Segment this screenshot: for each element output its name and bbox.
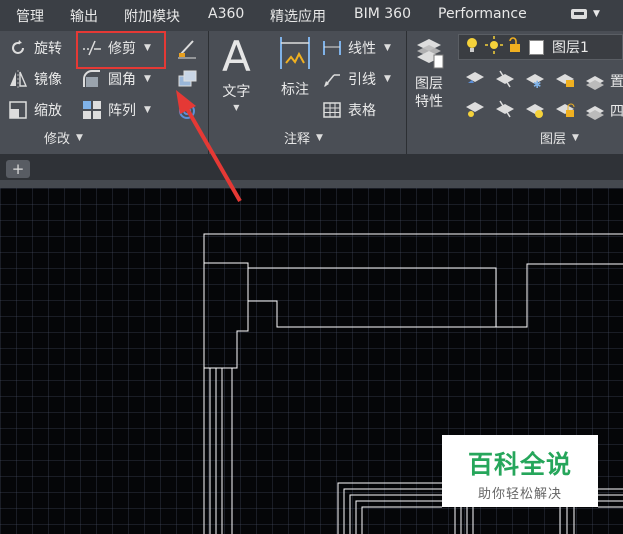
chevron-down-icon[interactable]: ▼ bbox=[384, 74, 391, 84]
layer-isolate-icon[interactable] bbox=[464, 69, 486, 93]
array-label: 阵列 bbox=[108, 103, 136, 119]
panel-divider bbox=[406, 31, 407, 154]
mirror-icon bbox=[8, 69, 28, 89]
erase-icon bbox=[176, 37, 196, 59]
panel-divider bbox=[208, 31, 209, 154]
erase-button[interactable] bbox=[176, 37, 202, 59]
table-button[interactable]: 表格 bbox=[322, 100, 376, 120]
leader-button[interactable]: 引线 ▼ bbox=[322, 69, 391, 89]
dimension-button[interactable]: 标注 bbox=[278, 35, 312, 99]
svg-text:✱: ✱ bbox=[533, 80, 541, 89]
rotate-button[interactable]: 旋转 bbox=[8, 38, 62, 58]
text-button[interactable]: A 文字 ▼ bbox=[222, 32, 251, 113]
offset-button[interactable] bbox=[176, 99, 202, 119]
new-tab-button[interactable]: + bbox=[6, 160, 30, 178]
chevron-down-icon: ▼ bbox=[593, 9, 600, 19]
layer-tools-row-1: ✱ 置 bbox=[464, 69, 623, 93]
menu-performance[interactable]: Performance bbox=[438, 6, 527, 22]
scale-button[interactable]: 缩放 bbox=[8, 100, 62, 120]
table-icon bbox=[322, 100, 342, 120]
layer-unlock-icon[interactable] bbox=[554, 99, 576, 123]
scale-icon bbox=[8, 100, 28, 120]
layer-four-label: 四 bbox=[610, 104, 623, 120]
lightbulb-icon bbox=[465, 36, 479, 58]
layer-lock-icon[interactable] bbox=[554, 69, 576, 93]
menu-featured-apps[interactable]: 精选应用 bbox=[270, 6, 326, 26]
watermark-logo: 百科全说 助你轻松解决 bbox=[442, 435, 598, 507]
chevron-down-icon[interactable]: ▼ bbox=[144, 105, 151, 115]
linear-dimension-label: 线性 bbox=[348, 41, 376, 57]
menu-a360[interactable]: A360 bbox=[208, 6, 244, 22]
scale-label: 缩放 bbox=[34, 103, 62, 119]
text-icon: A bbox=[222, 32, 251, 81]
layer-properties-label-line2: 特性 bbox=[415, 94, 443, 110]
layer-set-label: 置 bbox=[610, 74, 623, 90]
layer-properties-button[interactable]: 图层 特性 bbox=[414, 35, 444, 111]
layer-copy-icon[interactable]: 四 bbox=[584, 99, 623, 123]
fillet-label: 圆角 bbox=[108, 72, 136, 88]
sun-icon bbox=[485, 36, 503, 58]
layer-tools-row-2: 四 bbox=[464, 99, 623, 123]
chevron-down-icon[interactable]: ▼ bbox=[384, 43, 391, 53]
tab-strip bbox=[0, 180, 623, 188]
watermark-title: 百科全说 bbox=[467, 450, 572, 479]
modify-panel-title[interactable]: 修改 ▼ bbox=[44, 128, 83, 147]
fillet-icon bbox=[82, 69, 102, 89]
mirror-button[interactable]: 镜像 bbox=[8, 69, 62, 89]
current-layer-name: 图层1 bbox=[552, 40, 589, 56]
offset-icon bbox=[176, 99, 196, 119]
dimension-icon bbox=[278, 35, 312, 79]
layer-color-swatch bbox=[529, 39, 544, 55]
plus-icon: + bbox=[11, 160, 25, 178]
explode-button[interactable] bbox=[176, 68, 202, 88]
layer-thaw-icon[interactable] bbox=[524, 99, 546, 123]
ribbon-toggle-button[interactable]: ▼ bbox=[570, 8, 600, 20]
file-tab-bar: + bbox=[0, 154, 623, 188]
leader-label: 引线 bbox=[348, 72, 376, 88]
menu-bim360[interactable]: BIM 360 bbox=[354, 6, 411, 22]
array-icon bbox=[82, 100, 102, 120]
layer-match-icon[interactable] bbox=[494, 69, 516, 93]
menu-output[interactable]: 输出 bbox=[70, 6, 98, 26]
linear-dimension-icon bbox=[322, 38, 342, 58]
layer-unisolate-icon[interactable] bbox=[464, 99, 486, 123]
rotate-label: 旋转 bbox=[34, 41, 62, 57]
mirror-label: 镜像 bbox=[34, 72, 62, 88]
menu-bar: 管理 输出 附加模块 A360 精选应用 BIM 360 Performance… bbox=[0, 0, 623, 31]
annotate-panel-title[interactable]: 注释 ▼ bbox=[284, 128, 323, 147]
chevron-down-icon: ▼ bbox=[572, 132, 579, 143]
window-minimize-icon bbox=[571, 9, 587, 19]
leader-icon bbox=[322, 69, 342, 89]
chevron-down-icon[interactable]: ▼ bbox=[144, 74, 151, 84]
linear-dimension-button[interactable]: 线性 ▼ bbox=[322, 38, 391, 58]
rotate-icon bbox=[8, 38, 28, 58]
layer-dropdown[interactable]: 图层1 bbox=[458, 34, 623, 60]
menu-addins[interactable]: 附加模块 bbox=[124, 6, 180, 26]
chevron-down-icon: ▼ bbox=[316, 132, 323, 143]
chevron-down-icon: ▼ bbox=[233, 103, 240, 112]
explode-icon bbox=[176, 68, 197, 88]
layer-freeze-icon[interactable]: ✱ bbox=[524, 69, 546, 93]
layers-panel-title[interactable]: 图层 ▼ bbox=[540, 128, 579, 147]
layer-set-current-icon[interactable]: 置 bbox=[584, 69, 623, 93]
menu-manage[interactable]: 管理 bbox=[16, 6, 44, 26]
dimension-label: 标注 bbox=[281, 82, 309, 98]
layer-previous-icon[interactable] bbox=[494, 99, 516, 123]
table-label: 表格 bbox=[348, 103, 376, 119]
chevron-down-icon: ▼ bbox=[76, 132, 83, 143]
fillet-button[interactable]: 圆角 ▼ bbox=[82, 69, 151, 89]
text-label: 文字 bbox=[222, 84, 251, 100]
watermark-subtitle: 助你轻松解决 bbox=[477, 487, 562, 502]
array-button[interactable]: 阵列 ▼ bbox=[82, 100, 151, 120]
layer-stack-icon bbox=[414, 35, 444, 75]
trim-highlight-box bbox=[76, 31, 166, 69]
unlock-icon bbox=[507, 36, 521, 58]
layer-properties-label-line1: 图层 bbox=[415, 76, 443, 92]
